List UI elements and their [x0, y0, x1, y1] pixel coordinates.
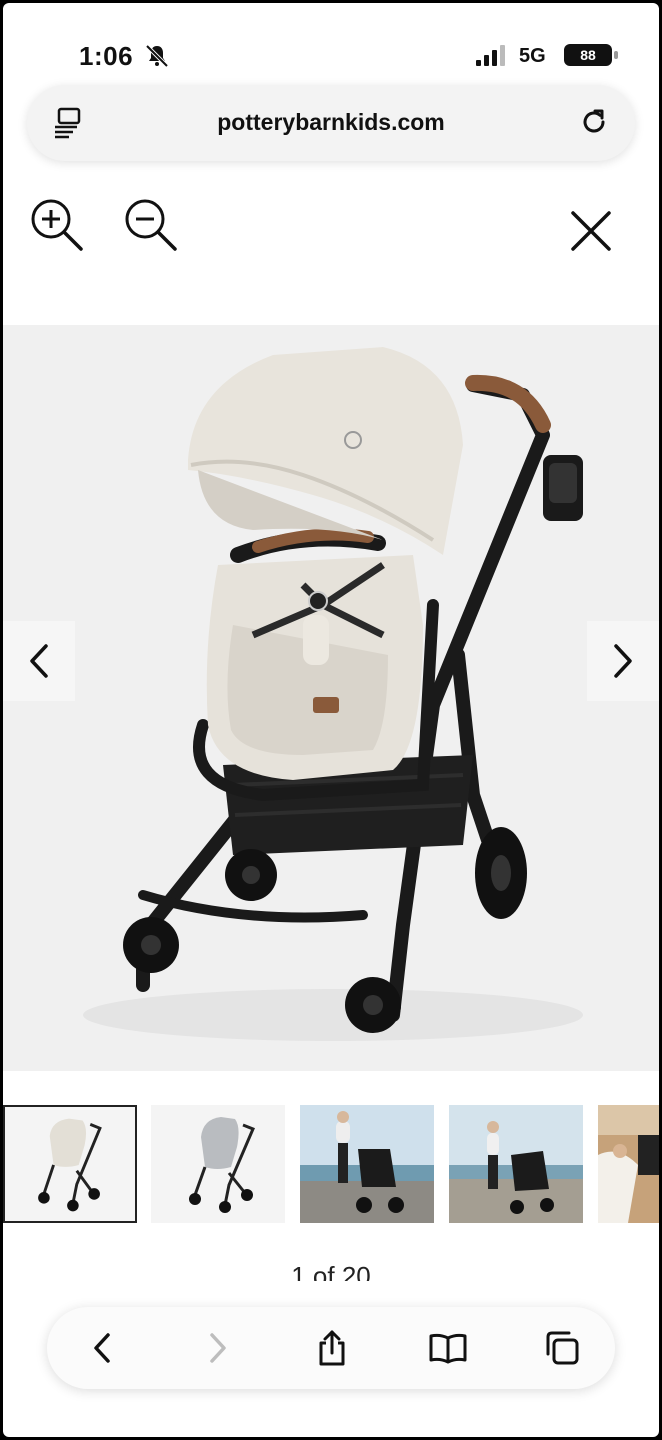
battery-icon: 88 — [564, 44, 618, 66]
zoom-in-icon[interactable] — [27, 195, 85, 253]
address-bar[interactable]: potterybarnkids.com — [27, 85, 635, 161]
share-button[interactable] — [311, 1327, 353, 1369]
network-type: 5G — [519, 45, 546, 67]
thumbnail-3[interactable] — [300, 1105, 434, 1223]
cellular-signal-icon — [476, 45, 505, 66]
share-icon — [319, 1330, 345, 1366]
screen: 1:06 5G 88 potterybarnkids.com 1 of 20 — [3, 3, 659, 1437]
zoom-out-icon[interactable] — [121, 195, 179, 253]
thumbnail-lifestyle — [598, 1105, 659, 1223]
chevron-left-icon — [30, 644, 48, 678]
status-time: 1:06 — [79, 41, 134, 71]
browser-toolbar — [47, 1307, 615, 1389]
tabs-button[interactable] — [541, 1327, 583, 1369]
thumbnail-5[interactable] — [598, 1105, 659, 1223]
image-counter-text: 1 of 20 — [291, 1261, 371, 1281]
product-image[interactable] — [3, 325, 659, 1071]
thumbnail-person-beach-stroller — [449, 1105, 583, 1223]
next-image-button[interactable] — [587, 621, 659, 701]
thumbnail-1[interactable] — [3, 1105, 137, 1223]
battery-level: 88 — [580, 47, 596, 63]
thumbnail-stroller-beige — [5, 1107, 135, 1221]
thumbnail-4[interactable] — [449, 1105, 583, 1223]
thumbnail-stroller-grey — [151, 1105, 285, 1223]
silent-bell-icon — [145, 44, 169, 68]
chevron-right-icon — [210, 1333, 226, 1363]
back-button[interactable] — [81, 1327, 123, 1369]
book-icon — [429, 1333, 467, 1364]
chevron-left-icon — [94, 1333, 110, 1363]
thumbnail-woman-with-stroller — [300, 1105, 434, 1223]
thumbnail-strip — [3, 1103, 659, 1227]
reload-icon[interactable] — [577, 105, 611, 139]
thumbnail-2[interactable] — [151, 1105, 285, 1223]
previous-image-button[interactable] — [3, 621, 75, 701]
status-bar: 1:06 5G 88 — [3, 3, 659, 83]
forward-button[interactable] — [197, 1327, 239, 1369]
chevron-right-icon — [614, 644, 632, 678]
image-counter: 1 of 20 — [3, 1259, 659, 1281]
tabs-icon — [546, 1331, 579, 1365]
close-icon[interactable] — [569, 209, 613, 253]
stroller-image — [83, 347, 583, 1041]
url-text[interactable]: potterybarnkids.com — [27, 109, 635, 136]
bookmarks-button[interactable] — [427, 1327, 469, 1369]
